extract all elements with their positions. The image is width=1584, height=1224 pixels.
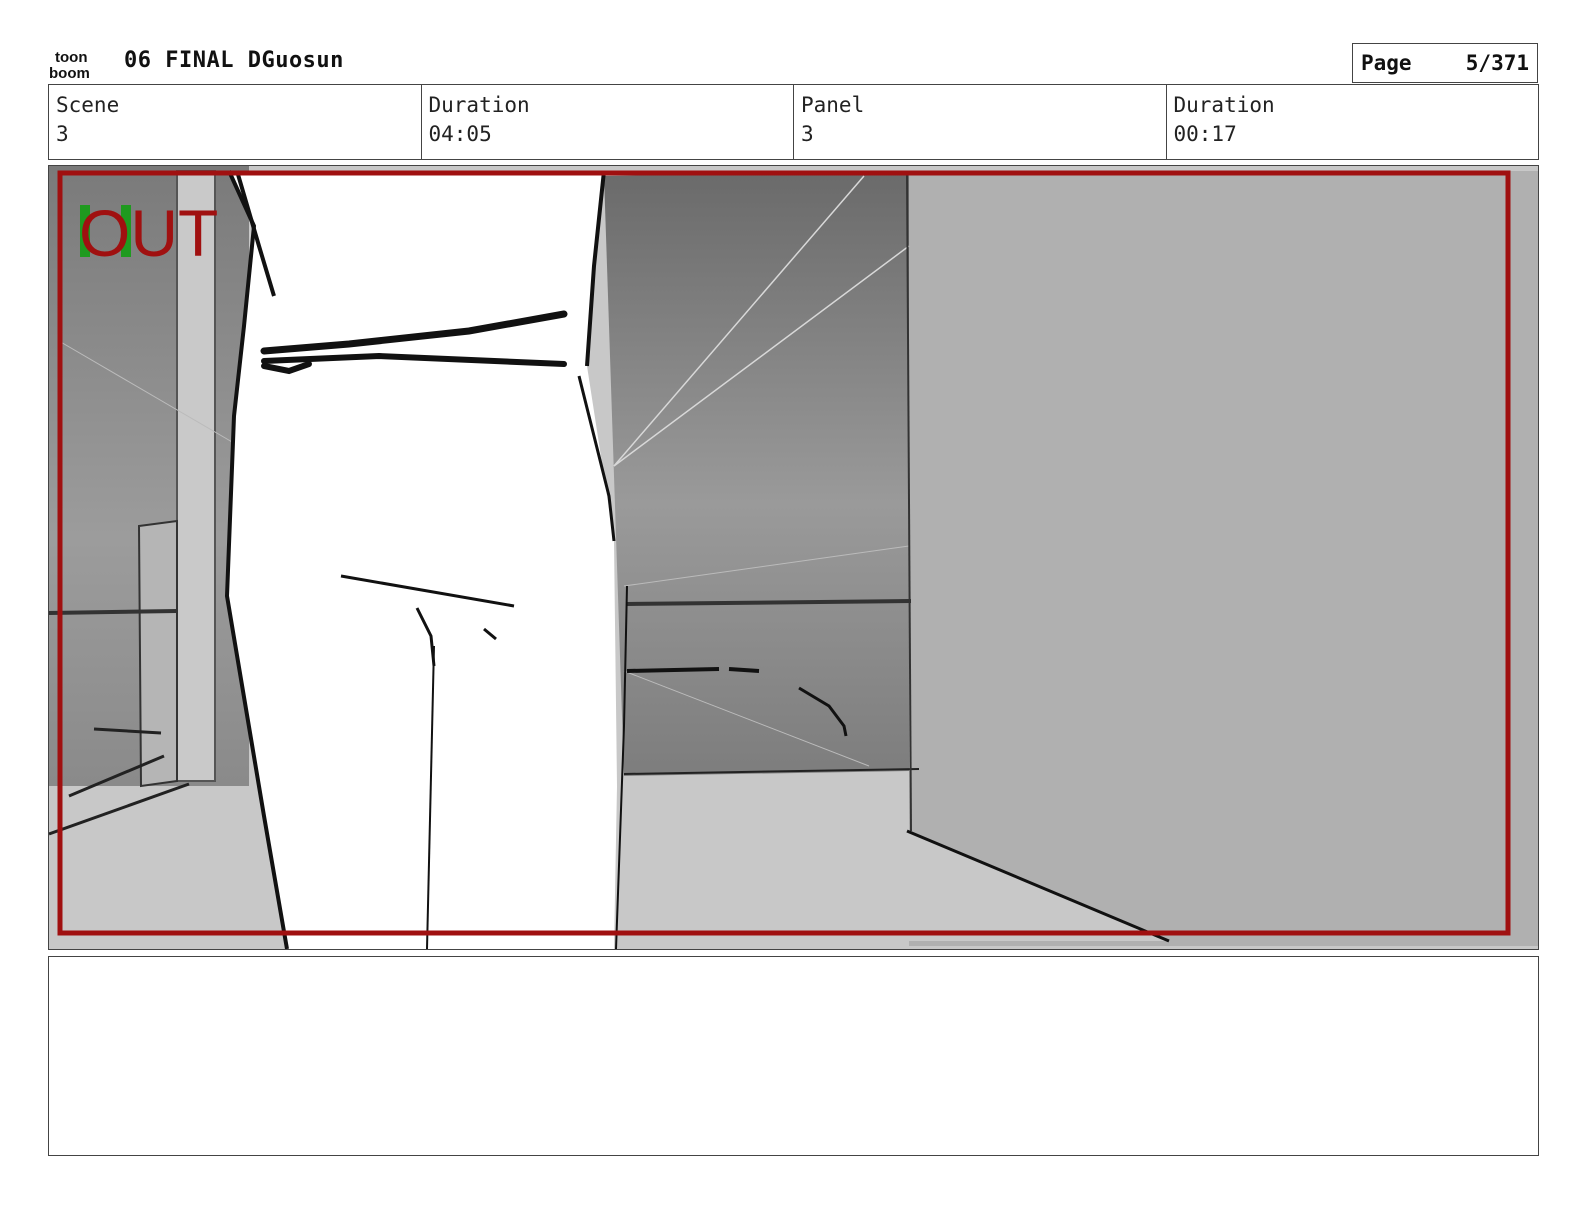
scene-cell: Scene 3	[49, 85, 422, 159]
panel-label: Panel	[801, 93, 865, 117]
notes-box	[48, 956, 1539, 1156]
logo-text-top: toon	[55, 49, 87, 66]
page-label: Page	[1361, 51, 1412, 75]
scene-duration-value: 04:05	[428, 122, 492, 146]
pillar-side	[137, 519, 178, 788]
logo-text-bottom: boom	[49, 65, 90, 80]
storyboard-panel: OUT	[48, 165, 1539, 950]
out-overlay-label: OUT	[79, 196, 218, 270]
panel-duration-value: 00:17	[1173, 122, 1237, 146]
scene-info-row: Scene 3 Duration 04:05 Panel 3 Duration …	[48, 84, 1539, 160]
page-indicator: Page 5/371	[1352, 43, 1538, 83]
character-silhouette	[227, 171, 617, 949]
panel-value: 3	[801, 122, 814, 146]
right-wall-block	[909, 171, 1538, 946]
storyboard-drawing: OUT	[49, 166, 1538, 949]
scene-duration-cell: Duration 04:05	[422, 85, 794, 159]
scene-duration-label: Duration	[428, 93, 530, 117]
page-value: 5/371	[1465, 51, 1529, 75]
panel-duration-label: Duration	[1173, 93, 1275, 117]
scene-label: Scene	[56, 93, 120, 117]
panel-duration-cell: Duration 00:17	[1167, 85, 1539, 159]
document-title: 06 FINAL DGuosun	[124, 48, 344, 73]
back-wall	[604, 171, 909, 776]
toon-boom-logo: toon boom	[49, 49, 90, 80]
panel-cell: Panel 3	[794, 85, 1167, 159]
scene-value: 3	[56, 122, 69, 146]
